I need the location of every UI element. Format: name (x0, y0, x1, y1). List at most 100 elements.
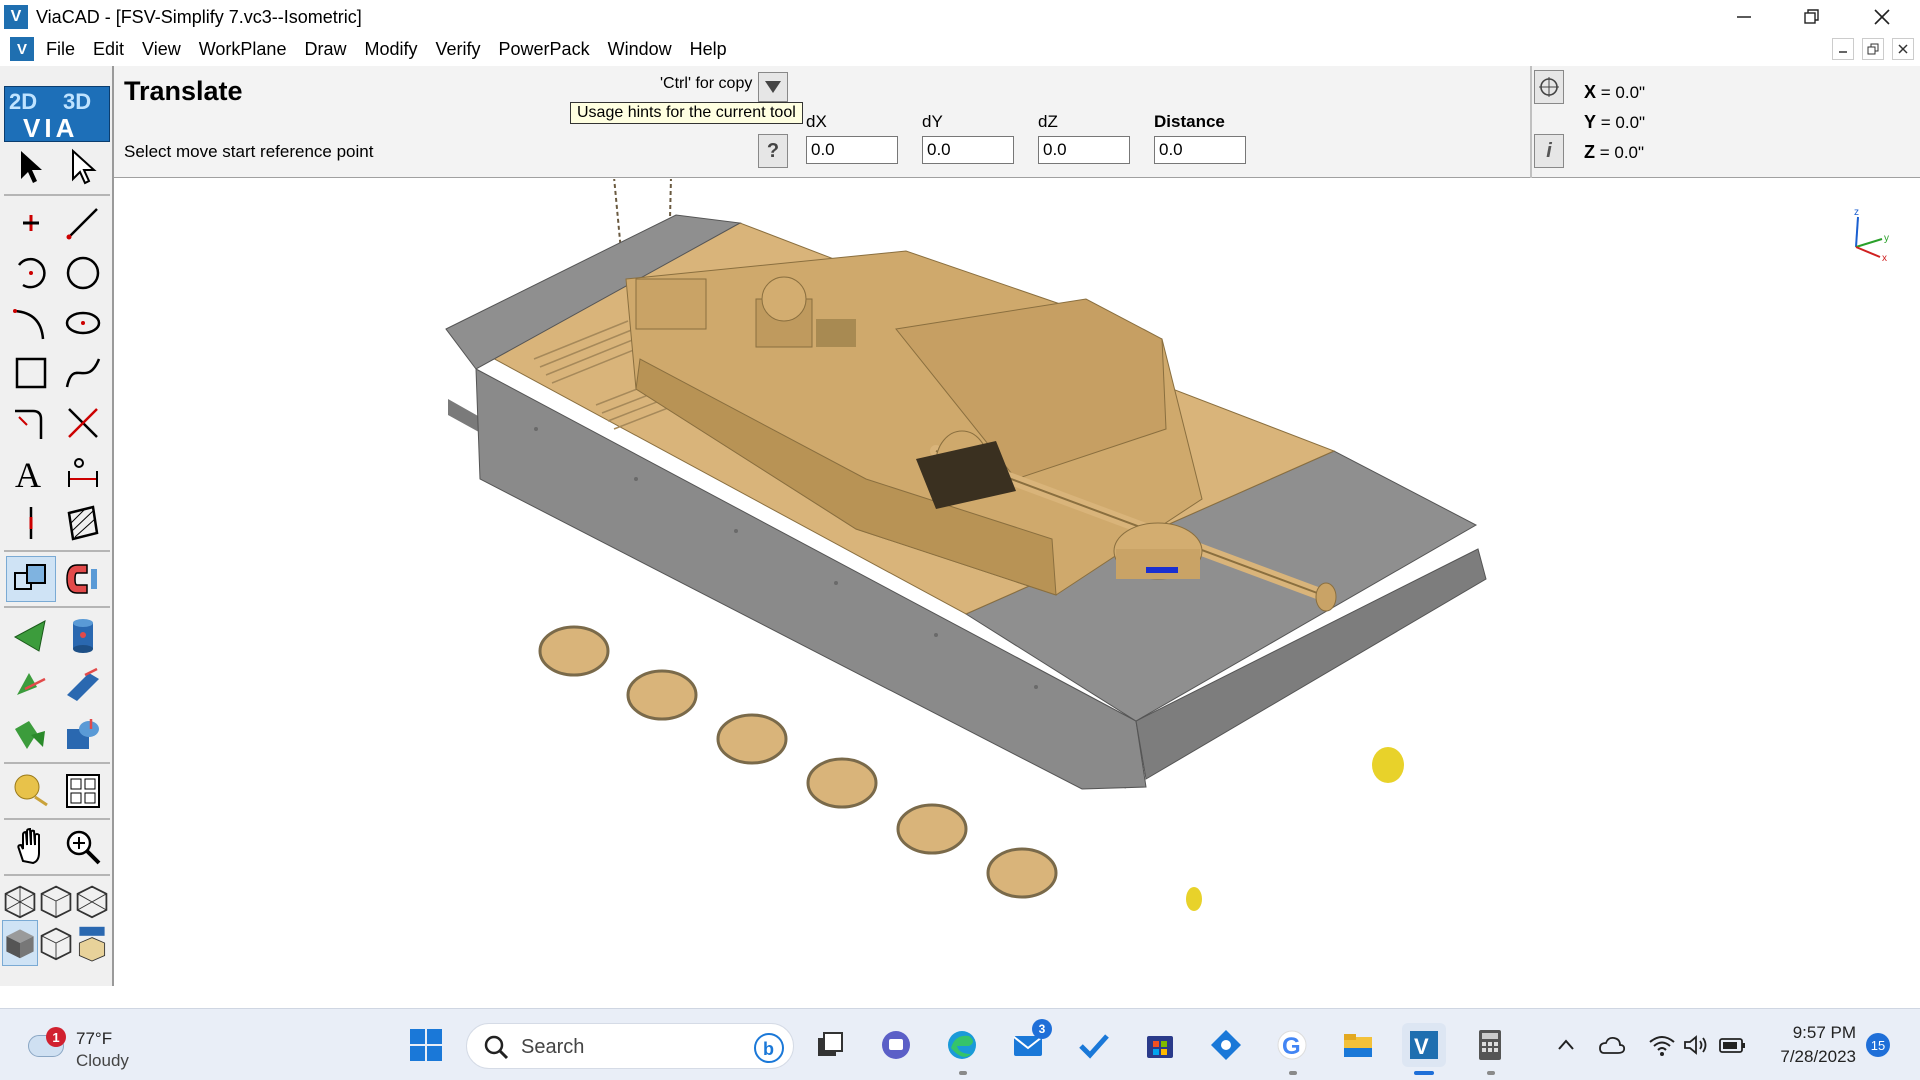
todo-button[interactable] (1072, 1023, 1116, 1067)
bing-icon[interactable]: b (753, 1032, 785, 1064)
minimize-button[interactable] (1712, 0, 1776, 34)
cylinder-solid-icon[interactable] (58, 612, 108, 658)
view-iso-wire-icon[interactable] (2, 878, 38, 924)
menu-file[interactable]: File (46, 39, 75, 60)
dimension-icon[interactable] (58, 450, 108, 496)
boolean-icon[interactable] (58, 712, 108, 758)
menu-window[interactable]: Window (608, 39, 672, 60)
snap-target-button[interactable] (1534, 70, 1564, 104)
view-shaded-icon[interactable] (2, 920, 38, 966)
store-button[interactable] (1138, 1023, 1182, 1067)
menu-verify[interactable]: Verify (436, 39, 481, 60)
layout-icon[interactable] (58, 768, 108, 814)
line-icon[interactable] (58, 200, 108, 246)
coord-y: Y = 0.0" (1584, 112, 1646, 132)
distance-input[interactable] (1154, 136, 1246, 164)
menu-edit[interactable]: Edit (93, 39, 124, 60)
info-button[interactable]: i (1534, 134, 1564, 168)
start-button[interactable] (404, 1023, 448, 1067)
restore-button[interactable] (1780, 0, 1844, 34)
menu-help[interactable]: Help (690, 39, 727, 60)
onedrive-button[interactable] (1590, 1023, 1634, 1067)
viacad-taskbar-button[interactable]: V (1402, 1023, 1446, 1067)
dz-label: dZ (1038, 112, 1058, 131)
teams-chat-button[interactable] (874, 1023, 918, 1067)
dz-input[interactable] (1038, 136, 1130, 164)
title-bar: V ViaCAD - [FSV-Simplify 7.vc3--Isometri… (0, 0, 1920, 34)
dy-input[interactable] (922, 136, 1014, 164)
calculator-button[interactable] (1468, 1023, 1512, 1067)
weather-widget[interactable]: 1 77°F Cloudy (22, 1021, 162, 1071)
document-icon[interactable]: V (10, 37, 34, 61)
clock-date[interactable]: 7/28/2023 (1752, 1047, 1856, 1067)
svg-text:G: G (1282, 1033, 1301, 1060)
view-info-icon[interactable] (74, 920, 110, 966)
help-button[interactable]: ? (758, 134, 788, 168)
doc-minimize-button[interactable] (1832, 38, 1854, 60)
restore-icon (1867, 43, 1879, 55)
battery-button[interactable] (1710, 1023, 1754, 1067)
fillet-icon[interactable] (6, 400, 56, 446)
task-view-button[interactable] (808, 1023, 852, 1067)
menu-draw[interactable]: Draw (304, 39, 346, 60)
notification-badge[interactable]: 15 (1866, 1033, 1890, 1057)
view-outline-icon[interactable] (74, 878, 110, 924)
rectangle-icon[interactable] (6, 350, 56, 396)
trim-icon[interactable] (58, 400, 108, 446)
menu-powerpack[interactable]: PowerPack (499, 39, 590, 60)
tool-prompt: Select move start reference point (124, 142, 374, 161)
select-subobject-icon[interactable] (58, 144, 108, 190)
mail-badge: 3 (1032, 1019, 1052, 1039)
arc-icon[interactable] (6, 250, 56, 296)
zoom-icon[interactable] (58, 824, 108, 870)
curve-arc-icon[interactable] (6, 300, 56, 346)
checkmark-icon (1079, 1034, 1109, 1059)
menu-modify[interactable]: Modify (364, 39, 417, 60)
close-button[interactable] (1850, 0, 1914, 34)
translate-icon[interactable] (6, 556, 56, 602)
search-icon (484, 1035, 509, 1060)
loft-icon[interactable] (6, 712, 56, 758)
pan-hand-icon[interactable] (6, 824, 56, 870)
menu-view[interactable]: View (142, 39, 181, 60)
ellipse-icon[interactable] (58, 300, 108, 346)
magnet-icon[interactable] (58, 556, 108, 602)
speaker-icon (1684, 1035, 1707, 1055)
tool-title: Translate (124, 76, 243, 106)
taskbar-search[interactable]: Search b (466, 1023, 794, 1069)
view-hidden-icon[interactable] (38, 878, 74, 924)
svg-text:y: y (1884, 233, 1889, 244)
surface-icon[interactable] (6, 612, 56, 658)
weather-temp: 77°F (76, 1029, 113, 1048)
tank-model (445, 179, 1487, 911)
dx-input[interactable] (806, 136, 898, 164)
hatch-icon[interactable] (58, 500, 108, 546)
clock-time[interactable]: 9:57 PM (1762, 1023, 1856, 1043)
chrome-button[interactable]: G (1270, 1023, 1314, 1067)
point-icon[interactable] (6, 200, 56, 246)
hints-dropdown-button[interactable] (758, 72, 788, 102)
circle-icon[interactable] (58, 250, 108, 296)
minimize-icon (1839, 51, 1847, 53)
axis-triad-icon: z y x (1854, 207, 1889, 263)
view-wire-box-icon[interactable] (38, 920, 74, 966)
weather-condition: Cloudy (76, 1051, 129, 1070)
file-explorer-button[interactable] (1336, 1023, 1380, 1067)
edge-button[interactable] (940, 1023, 984, 1067)
doc-close-button[interactable] (1892, 38, 1914, 60)
extrude-icon[interactable] (58, 662, 108, 708)
sweep-icon[interactable] (6, 662, 56, 708)
centerline-icon[interactable] (6, 500, 56, 546)
spline-icon[interactable] (58, 350, 108, 396)
select-arrow-icon[interactable] (6, 144, 56, 190)
show-hidden-icons-button[interactable] (1544, 1023, 1588, 1067)
doc-restore-button[interactable] (1862, 38, 1884, 60)
3d-viewport[interactable]: z y x (116, 179, 1920, 1009)
render-sphere-icon[interactable] (6, 768, 56, 814)
dx-label: dX (806, 112, 827, 131)
distance-label: Distance (1154, 112, 1225, 131)
menu-workplane[interactable]: WorkPlane (199, 39, 287, 60)
svg-text:z: z (1854, 207, 1859, 218)
app-diamond-button[interactable] (1204, 1023, 1248, 1067)
text-icon[interactable]: A (6, 450, 56, 496)
